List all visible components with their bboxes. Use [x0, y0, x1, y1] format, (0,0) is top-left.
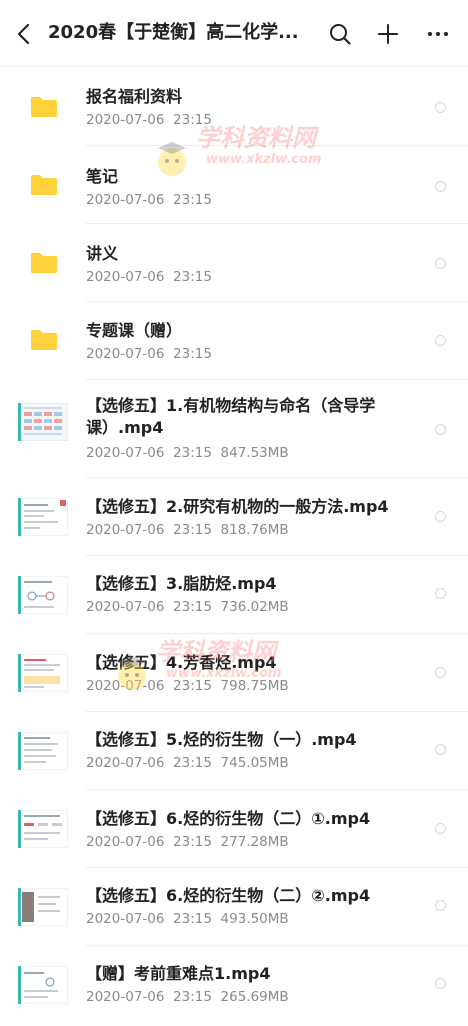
item-name: 【选修五】1.有机物结构与命名（含导学课）.mp4	[86, 396, 376, 437]
app-header: 2020春【于楚衡】高二化学...	[0, 0, 468, 66]
video-thumbnail	[18, 654, 68, 692]
list-item-video[interactable]: 【选修五】1.有机物结构与命名（含导学课）.mp4 2020-07-06 23:…	[0, 380, 468, 478]
item-meta: 2020-07-06 23:15	[86, 346, 212, 362]
add-button[interactable]	[372, 18, 404, 50]
item-meta: 2020-07-06 23:15 847.53MB	[86, 445, 289, 461]
item-name: 讲义	[86, 244, 119, 263]
select-radio[interactable]	[435, 823, 446, 834]
list-item-folder[interactable]: 报名福利资料 2020-07-06 23:15	[0, 66, 468, 146]
plus-icon	[378, 24, 398, 44]
video-thumbnail	[18, 403, 68, 441]
item-meta: 2020-07-06 23:15 277.28MB	[86, 834, 289, 850]
item-meta: 2020-07-06 23:15 798.75MB	[86, 678, 289, 694]
select-radio[interactable]	[435, 181, 446, 192]
item-meta: 2020-07-06 23:15 493.50MB	[86, 911, 289, 927]
video-thumbnail	[18, 732, 68, 770]
select-radio[interactable]	[435, 978, 446, 989]
item-name: 【选修五】3.脂肪烃.mp4	[86, 574, 277, 593]
list-item-video[interactable]: 【赠】考前重难点1.mp4 2020-07-06 23:15 265.69MB	[0, 946, 468, 1026]
folder-icon	[31, 330, 57, 350]
select-radio[interactable]	[435, 424, 446, 435]
item-name: 【赠】考前重难点1.mp4	[86, 964, 271, 983]
item-meta: 2020-07-06 23:15	[86, 112, 212, 128]
search-icon	[330, 24, 351, 45]
select-radio[interactable]	[435, 744, 446, 755]
more-horizontal-icon	[428, 32, 448, 36]
select-radio[interactable]	[435, 667, 446, 678]
video-thumbnail	[18, 966, 68, 1004]
video-thumbnail	[18, 576, 68, 614]
chevron-left-icon	[17, 23, 30, 45]
select-radio[interactable]	[435, 258, 446, 269]
item-meta: 2020-07-06 23:15	[86, 269, 212, 285]
item-meta: 2020-07-06 23:15 265.69MB	[86, 989, 289, 1005]
list-item-video[interactable]: 【选修五】6.烃的衍生物（二）①.mp4 2020-07-06 23:15 27…	[0, 790, 468, 868]
list-item-video[interactable]: 【选修五】5.烃的衍生物（一）.mp4 2020-07-06 23:15 745…	[0, 712, 468, 790]
list-item-video[interactable]: 【选修五】2.研究有机物的一般方法.mp4 2020-07-06 23:15 8…	[0, 478, 468, 556]
list-item-video[interactable]: 【选修五】4.芳香烃.mp4 2020-07-06 23:15 798.75MB	[0, 634, 468, 712]
item-name: 【选修五】5.烃的衍生物（一）.mp4	[86, 730, 357, 749]
item-meta: 2020-07-06 23:15 745.05MB	[86, 755, 289, 771]
page-title: 2020春【于楚衡】高二化学...	[48, 22, 299, 43]
list-item-folder[interactable]: 专题课（赠） 2020-07-06 23:15	[0, 302, 468, 380]
item-name: 报名福利资料	[86, 87, 183, 106]
list-item-folder[interactable]: 讲义 2020-07-06 23:15	[0, 224, 468, 302]
more-button[interactable]	[422, 18, 454, 50]
search-button[interactable]	[324, 18, 356, 50]
file-list: 报名福利资料 2020-07-06 23:15 笔记 2020-07-06 23…	[0, 66, 468, 1026]
item-meta: 2020-07-06 23:15	[86, 192, 212, 208]
select-radio[interactable]	[435, 511, 446, 522]
select-radio[interactable]	[435, 588, 446, 599]
list-item-video[interactable]: 【选修五】3.脂肪烃.mp4 2020-07-06 23:15 736.02MB	[0, 556, 468, 634]
select-radio[interactable]	[435, 900, 446, 911]
list-item-folder[interactable]: 笔记 2020-07-06 23:15	[0, 146, 468, 224]
item-name: 【选修五】6.烃的衍生物（二）②.mp4	[86, 886, 371, 905]
video-thumbnail	[18, 888, 68, 926]
folder-icon	[31, 253, 57, 273]
item-meta: 2020-07-06 23:15 736.02MB	[86, 599, 289, 615]
item-name: 【选修五】4.芳香烃.mp4	[86, 653, 277, 672]
video-thumbnail	[18, 810, 68, 848]
item-name: 专题课（赠）	[86, 321, 183, 340]
list-item-video[interactable]: 【选修五】6.烃的衍生物（二）②.mp4 2020-07-06 23:15 49…	[0, 868, 468, 946]
item-name: 笔记	[86, 167, 119, 186]
item-meta: 2020-07-06 23:15 818.76MB	[86, 522, 289, 538]
item-name: 【选修五】6.烃的衍生物（二）①.mp4	[86, 809, 371, 828]
folder-icon	[31, 175, 57, 195]
video-thumbnail	[18, 498, 68, 536]
select-radio[interactable]	[435, 102, 446, 113]
folder-icon	[31, 97, 57, 117]
select-radio[interactable]	[435, 335, 446, 346]
item-name: 【选修五】2.研究有机物的一般方法.mp4	[86, 497, 389, 516]
back-button[interactable]	[8, 18, 40, 50]
